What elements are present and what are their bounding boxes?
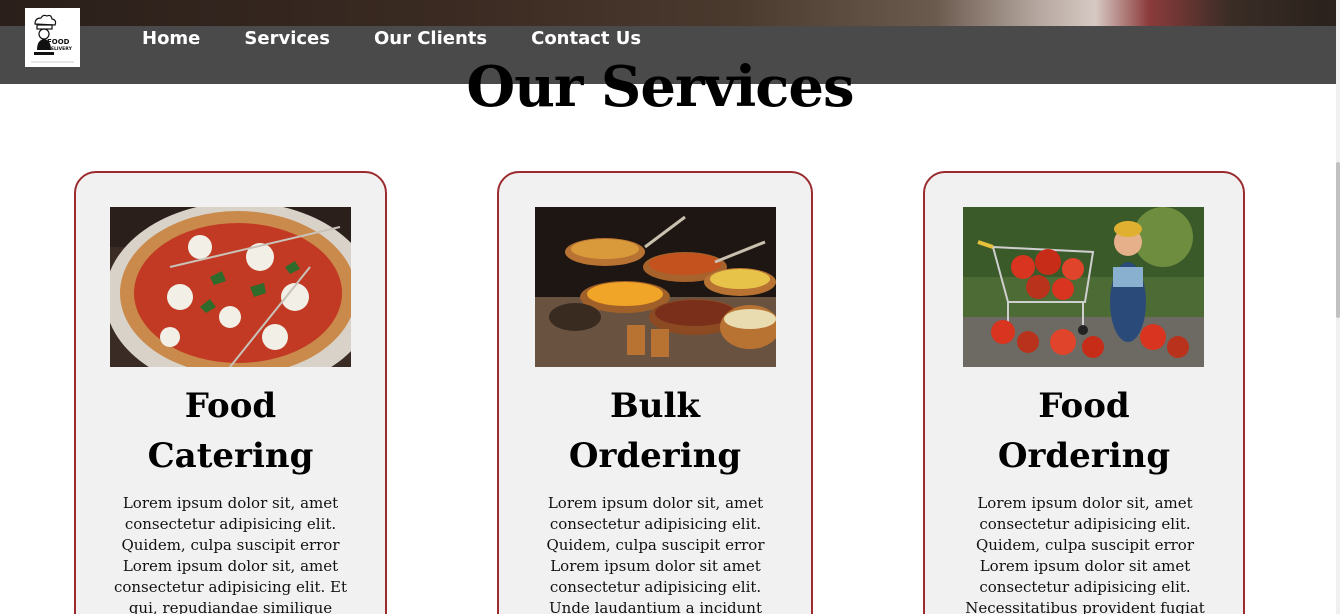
services-title: Our Services: [466, 54, 854, 120]
card-title-line1: Food: [1038, 386, 1130, 426]
card-description: Lorem ipsum dolor sit, amet consectetur …: [113, 494, 348, 614]
card-title: Food Catering: [76, 381, 385, 481]
buffet-image: [535, 207, 776, 367]
service-card-food-ordering: Food Ordering Lorem ipsum dolor sit, ame…: [923, 171, 1245, 614]
card-title-line2: Catering: [147, 436, 314, 476]
card-title: Food Ordering: [925, 381, 1243, 481]
buffet-illustration: [535, 207, 776, 367]
card-title-line2: Ordering: [568, 436, 742, 476]
card-title-line1: Bulk: [610, 386, 700, 426]
shopping-cart-image: [963, 207, 1204, 367]
card-title-line1: Food: [184, 386, 277, 426]
scrollbar-thumb[interactable]: [1336, 162, 1340, 318]
nav-home[interactable]: Home: [142, 26, 200, 52]
main-nav: Home Services Our Clients Contact Us: [142, 26, 641, 52]
nav-contact-us[interactable]: Contact Us: [531, 26, 641, 52]
service-card-food-catering: Food Catering Lorem ipsum dolor sit, ame…: [74, 171, 387, 614]
shopping-cart-illustration: [963, 207, 1204, 367]
page-scrollbar[interactable]: [1336, 0, 1340, 614]
hero-background: [0, 0, 1336, 26]
service-card-bulk-ordering: Bulk Ordering Lorem ipsum dolor sit, ame…: [497, 171, 813, 614]
pizza-illustration: [110, 207, 351, 367]
page: FOOD DELIVERY Home Services Our Clients …: [0, 0, 1340, 614]
pizza-image: [110, 207, 351, 367]
card-title-line2: Ordering: [997, 436, 1171, 476]
card-description: Lorem ipsum dolor sit, amet consectetur …: [546, 494, 765, 614]
card-description: Lorem ipsum dolor sit, amet consectetur …: [965, 494, 1205, 614]
nav-our-clients[interactable]: Our Clients: [374, 26, 487, 52]
nav-services[interactable]: Services: [244, 26, 330, 52]
card-title: Bulk Ordering: [499, 381, 811, 481]
logo-text-line1: FOOD: [47, 38, 70, 46]
